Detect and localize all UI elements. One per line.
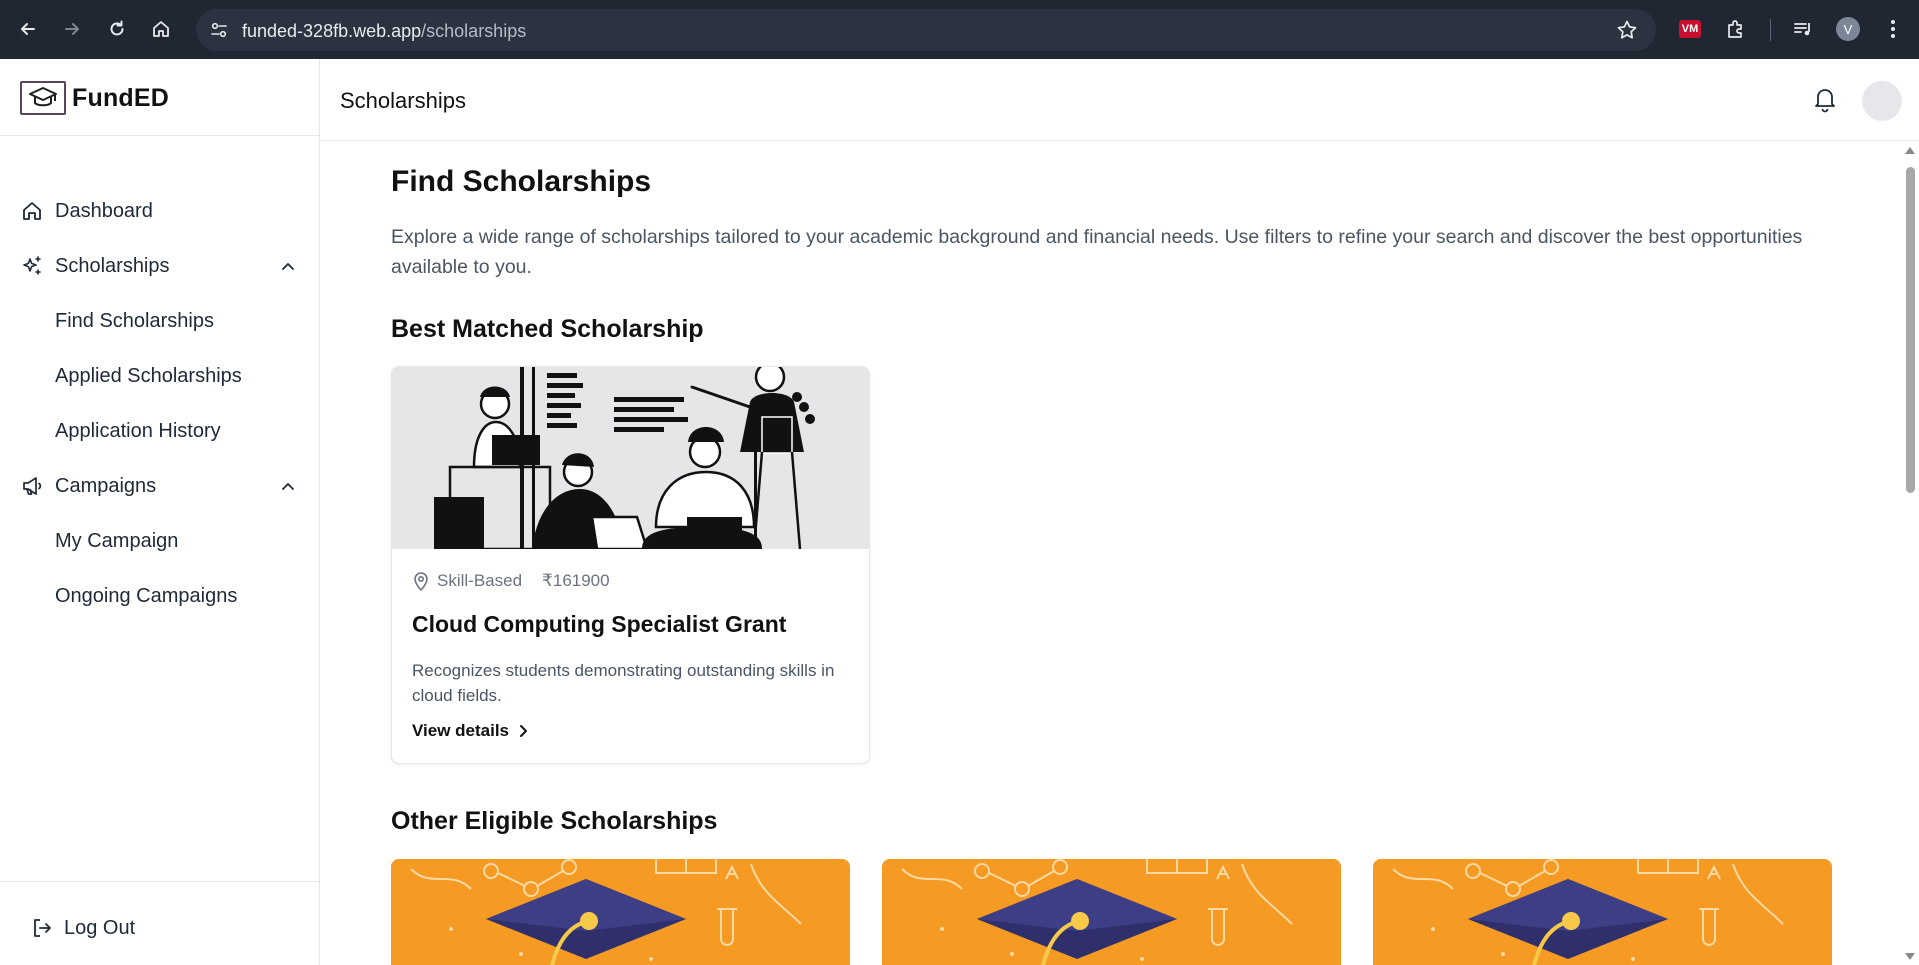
profile-avatar[interactable]: V xyxy=(1836,17,1860,41)
back-button[interactable] xyxy=(13,14,43,44)
app-logo[interactable]: FundED xyxy=(20,80,169,116)
scholarship-card-thumbnail[interactable] xyxy=(882,859,1341,965)
graduation-cap-illustration xyxy=(1373,859,1832,965)
bell-icon xyxy=(1815,89,1835,113)
url-host: funded-328fb.web.app xyxy=(242,21,422,41)
sidebar-item-dashboard[interactable]: Dashboard xyxy=(20,191,300,231)
scroll-up-arrow-icon[interactable] xyxy=(1905,147,1915,154)
scholarship-amount: ₹161900 xyxy=(542,571,610,590)
browser-menu-button[interactable] xyxy=(1880,16,1906,42)
logout-button[interactable]: Log Out xyxy=(30,908,135,948)
browser-toolbar: funded-328fb.web.app/scholarships VM V xyxy=(0,0,1919,59)
card-illustration xyxy=(392,367,869,549)
home-icon xyxy=(153,21,169,37)
graduation-cap-illustration xyxy=(391,859,850,965)
playlist-icon xyxy=(1794,23,1810,36)
scrollbar-thumb[interactable] xyxy=(1906,167,1915,493)
sidebar: FundED Dashboard Scholarships Find Schol… xyxy=(0,59,320,965)
best-matched-heading: Best Matched Scholarship xyxy=(391,315,704,343)
user-avatar[interactable] xyxy=(1862,81,1902,121)
extension-vm-button[interactable]: VM xyxy=(1677,16,1703,42)
home-button[interactable] xyxy=(146,14,176,44)
sidebar-subitem-my-campaign[interactable]: My Campaign xyxy=(55,521,178,561)
arrow-right-icon xyxy=(65,23,79,35)
sidebar-subitem-applied-scholarships[interactable]: Applied Scholarships xyxy=(55,356,242,396)
reload-button[interactable] xyxy=(102,14,132,44)
logout-label: Log Out xyxy=(64,916,136,939)
sidebar-item-label: Scholarships xyxy=(55,254,170,277)
puzzle-icon xyxy=(1728,20,1742,38)
map-pin-icon xyxy=(412,570,432,592)
card-meta: Skill-Based ₹161900 xyxy=(412,570,610,592)
sidebar-subitem-application-history[interactable]: Application History xyxy=(55,411,221,451)
scroll-down-arrow-icon[interactable] xyxy=(1905,953,1915,960)
main-content: Find Scholarships Explore a wide range o… xyxy=(321,142,1901,965)
scholarship-category: Skill-Based xyxy=(437,571,523,590)
home-icon xyxy=(20,199,44,223)
sidebar-item-label: Campaigns xyxy=(55,474,157,497)
page-header: Scholarships xyxy=(321,59,1919,141)
scholarship-title: Cloud Computing Specialist Grant xyxy=(412,611,787,637)
graduation-cap-logo-icon xyxy=(20,81,66,115)
other-eligible-heading: Other Eligible Scholarships xyxy=(391,807,718,835)
sidebar-divider xyxy=(0,135,320,136)
url-text: funded-328fb.web.app/scholarships xyxy=(242,21,526,42)
site-settings-icon[interactable] xyxy=(206,18,232,42)
megaphone-icon xyxy=(20,474,44,498)
sidebar-item-label: Dashboard xyxy=(55,199,153,222)
kebab-menu-icon xyxy=(1891,20,1895,38)
logout-icon xyxy=(30,916,54,940)
toolbar-divider xyxy=(1770,19,1771,41)
chevron-up-icon[interactable] xyxy=(276,254,300,278)
extensions-button[interactable] xyxy=(1723,16,1749,42)
sidebar-subitem-ongoing-campaigns[interactable]: Ongoing Campaigns xyxy=(55,576,237,616)
sidebar-subitem-find-scholarships[interactable]: Find Scholarships xyxy=(55,301,214,341)
page-title: Scholarships xyxy=(340,88,466,113)
chevron-up-icon[interactable] xyxy=(276,474,300,498)
view-details-link[interactable]: View details xyxy=(412,721,531,741)
scholarship-card[interactable]: Skill-Based ₹161900 Cloud Computing Spec… xyxy=(391,366,870,764)
sidebar-item-campaigns[interactable]: Campaigns xyxy=(20,466,300,506)
scholarship-card-thumbnail[interactable] xyxy=(391,859,850,965)
section-heading: Find Scholarships xyxy=(391,165,652,198)
address-bar[interactable]: funded-328fb.web.app/scholarships xyxy=(196,9,1656,51)
arrow-left-icon xyxy=(21,23,35,35)
scholarship-card-thumbnail[interactable] xyxy=(1373,859,1832,965)
reload-icon xyxy=(110,20,124,36)
vm-extension-icon: VM xyxy=(1679,20,1701,38)
notifications-button[interactable] xyxy=(1810,83,1840,115)
sparkles-icon xyxy=(20,254,44,278)
section-description: Explore a wide range of scholarships tai… xyxy=(391,226,1803,278)
sidebar-bottom-divider xyxy=(0,881,320,882)
media-controls-button[interactable] xyxy=(1790,16,1816,42)
scholarship-description: Recognizes students demonstrating outsta… xyxy=(412,661,835,705)
url-path: /scholarships xyxy=(421,21,527,41)
bookmark-star-icon[interactable] xyxy=(1616,19,1638,41)
view-details-label: View details xyxy=(412,721,510,740)
logo-text: FundED xyxy=(72,83,170,112)
graduation-cap-illustration xyxy=(882,859,1341,965)
forward-button[interactable] xyxy=(57,14,87,44)
chevron-right-icon xyxy=(517,724,531,738)
sidebar-item-scholarships[interactable]: Scholarships xyxy=(20,246,300,286)
